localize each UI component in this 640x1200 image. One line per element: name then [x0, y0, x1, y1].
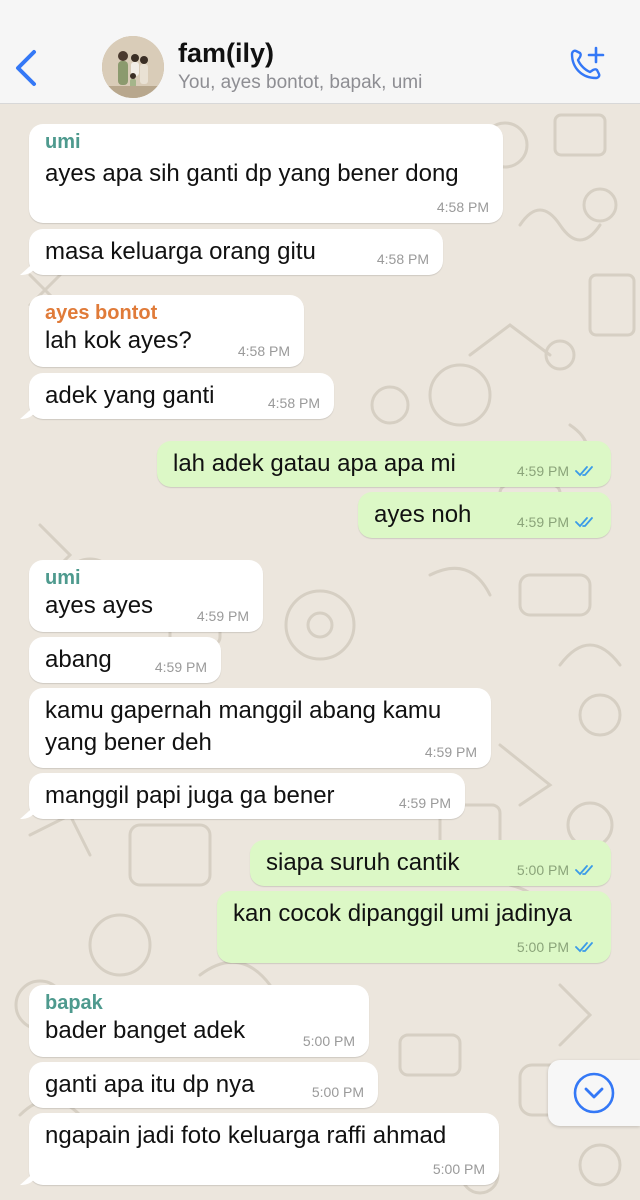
message-sender: ayes bontot	[45, 302, 158, 324]
incoming-message[interactable]: kamu gapernah manggil abang kamu yang be…	[29, 688, 491, 768]
incoming-message[interactable]: umi ayes apa sih ganti dp yang bener don…	[29, 124, 503, 223]
message-text-line-2: yang bener deh	[45, 729, 212, 756]
incoming-message[interactable]: adek yang ganti 4:58 PM	[29, 373, 334, 419]
incoming-message[interactable]: abang 4:59 PM	[29, 637, 221, 683]
message-text-line-1: kamu gapernah manggil abang kamu	[45, 697, 442, 724]
incoming-message[interactable]: umi ayes ayes 4:59 PM	[29, 560, 263, 632]
message-sender: bapak	[45, 992, 103, 1014]
message-text: ayes apa sih ganti dp yang bener dong	[45, 160, 459, 187]
message-time: 4:58 PM	[376, 251, 429, 267]
message-time: 4:59 PM	[516, 514, 569, 530]
message-sender: umi	[45, 131, 81, 153]
message-text: manggil papi juga ga bener	[45, 782, 335, 809]
read-receipt-icon	[575, 466, 593, 477]
message-time: 4:59 PM	[424, 744, 477, 760]
message-time: 4:58 PM	[267, 395, 320, 411]
chevron-down-circle-icon	[573, 1072, 615, 1114]
message-time: 4:59 PM	[398, 795, 451, 811]
message-time: 5:00 PM	[516, 939, 569, 955]
message-list[interactable]: umi ayes apa sih ganti dp yang bener don…	[0, 105, 640, 1200]
message-time: 5:00 PM	[302, 1033, 355, 1049]
outgoing-message[interactable]: lah adek gatau apa apa mi 4:59 PM	[157, 441, 611, 487]
message-sender: umi	[45, 567, 81, 589]
message-text: kan cocok dipanggil umi jadinya	[233, 900, 572, 927]
incoming-message[interactable]: manggil papi juga ga bener 4:59 PM	[29, 773, 465, 819]
outgoing-message[interactable]: kan cocok dipanggil umi jadinya 5:00 PM	[217, 891, 611, 963]
message-time: 5:00 PM	[311, 1084, 364, 1100]
read-receipt-icon	[575, 517, 593, 528]
incoming-message[interactable]: ganti apa itu dp nya 5:00 PM	[29, 1062, 378, 1108]
incoming-message[interactable]: bapak bader banget adek 5:00 PM	[29, 985, 369, 1057]
message-time: 4:59 PM	[516, 463, 569, 479]
outgoing-message[interactable]: siapa suruh cantik 5:00 PM	[250, 840, 611, 886]
chat-title[interactable]: fam(ily)	[178, 38, 274, 69]
incoming-message[interactable]: ayes bontot lah kok ayes? 4:58 PM	[29, 295, 304, 367]
incoming-message[interactable]: ngapain jadi foto keluarga raffi ahmad 5…	[29, 1113, 499, 1185]
message-time: 4:58 PM	[436, 199, 489, 215]
chat-participants[interactable]: You, ayes bontot, bapak, umi	[178, 72, 422, 94]
read-receipt-icon	[575, 942, 593, 953]
back-chevron-icon[interactable]	[10, 46, 44, 90]
message-text: ngapain jadi foto keluarga raffi ahmad	[45, 1122, 447, 1149]
add-call-icon[interactable]	[566, 46, 606, 86]
message-time: 4:59 PM	[196, 608, 249, 624]
outgoing-message[interactable]: ayes noh 4:59 PM	[358, 492, 611, 538]
message-time: 4:58 PM	[237, 343, 290, 359]
group-avatar[interactable]	[102, 36, 164, 98]
scroll-to-bottom-button[interactable]	[548, 1060, 640, 1126]
message-time: 5:00 PM	[516, 862, 569, 878]
message-time: 5:00 PM	[432, 1161, 485, 1177]
read-receipt-icon	[575, 865, 593, 876]
message-text: masa keluarga orang gitu	[45, 238, 316, 265]
message-time: 4:59 PM	[154, 659, 207, 675]
incoming-message[interactable]: masa keluarga orang gitu 4:58 PM	[29, 229, 443, 275]
chat-header: fam(ily) You, ayes bontot, bapak, umi	[0, 0, 640, 104]
